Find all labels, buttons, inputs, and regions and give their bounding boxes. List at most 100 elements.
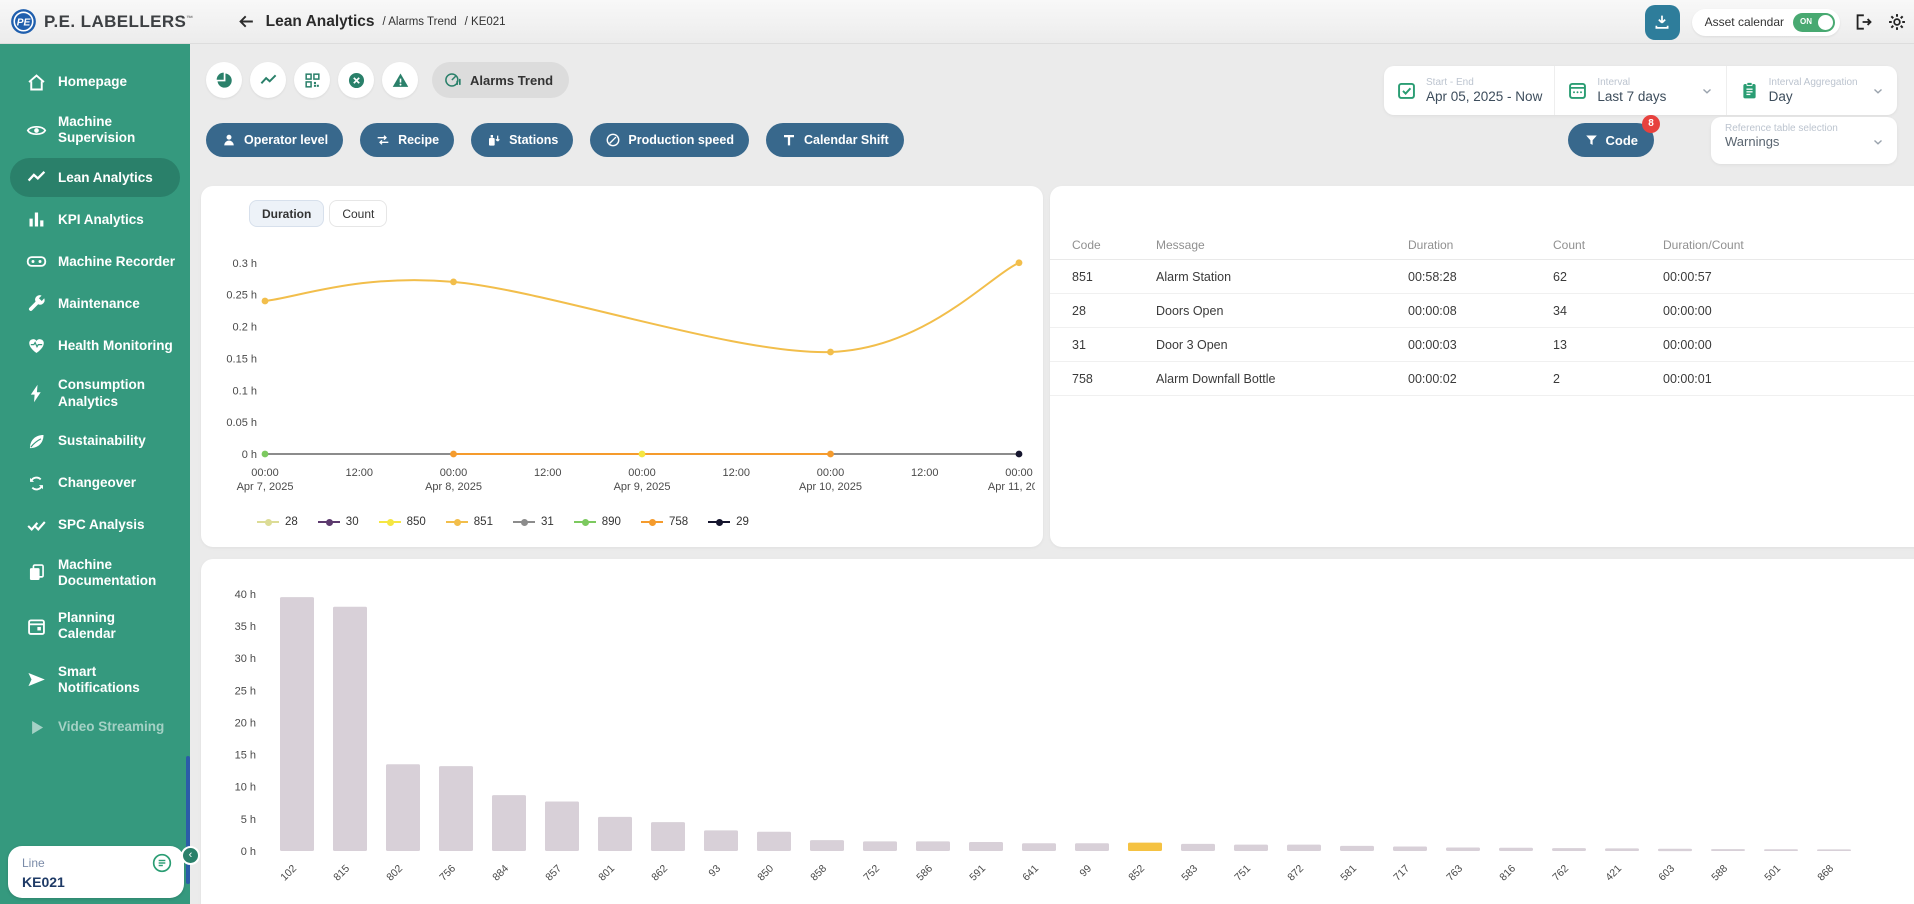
sidebar-item-lean-analytics[interactable]: Lean Analytics [10,158,180,197]
export-download-button[interactable] [1645,5,1680,40]
interval-selector[interactable]: Interval Last 7 days [1554,66,1725,115]
start-end-selector[interactable]: Start - End Apr 05, 2025 - Now [1384,66,1554,115]
sidebar-item-machine-documentation[interactable]: Machine Documentation [10,548,180,598]
sidebar-menu: HomepageMachine SupervisionLean Analytic… [0,44,190,747]
svg-text:Apr 7, 2025: Apr 7, 2025 [237,481,294,493]
table-row[interactable]: 758Alarm Downfall Bottle00:00:02200:00:0… [1050,362,1914,396]
settings-button[interactable] [1886,11,1908,33]
sidebar-item-homepage[interactable]: Homepage [10,63,180,102]
column-header-duration-count[interactable]: Duration/Count [1663,238,1914,252]
filter-button-stations[interactable]: Stations [471,123,573,157]
asset-calendar-toggle[interactable]: ON [1793,13,1835,32]
sidebar-item-kpi-analytics[interactable]: KPI Analytics [10,200,180,239]
aggregation-selector[interactable]: Interval Aggregation Day [1726,66,1897,115]
sidebar-item-spc-analysis[interactable]: SPC Analysis [10,506,180,545]
table-row[interactable]: 851Alarm Station00:58:286200:00:57 [1050,260,1914,294]
tab-duration[interactable]: Duration [249,200,324,227]
chevron-down-icon [1871,135,1885,149]
legend-label: 890 [602,516,621,528]
svg-text:Apr 10, 2025: Apr 10, 2025 [799,481,862,493]
legend-item-29[interactable]: 29 [708,516,749,528]
sidebar-item-machine-supervision[interactable]: Machine Supervision [10,105,180,155]
sidebar-collapse-button[interactable]: ‹ [181,846,200,865]
sidebar-item-sustainability[interactable]: Sustainability [10,422,180,461]
sidebar-item-label: Smart Notifications [58,664,176,696]
cell-duration-count: -- -- -- [1663,406,1914,413]
line-chart: 0.3 h0.25 h0.2 h0.15 h0.1 h0.05 h0 h00:0… [209,232,1035,504]
legend-item-28[interactable]: 28 [257,516,298,528]
alarms-trend-chip[interactable]: Alarms Trend [432,62,569,98]
line-label: Line [22,856,45,870]
errors-view-button[interactable] [338,62,374,98]
bar-chart-icon [14,209,58,230]
interval-label: Interval [1597,77,1666,88]
leaf-icon [14,431,58,452]
aggregation-label: Interval Aggregation [1769,77,1858,88]
sidebar-item-consumption-analytics[interactable]: Consumption Analytics [10,368,180,418]
legend-item-31[interactable]: 31 [513,516,554,528]
table-row[interactable]: 28Doors Open00:00:083400:00:00 [1050,294,1914,328]
column-header-count[interactable]: Count [1553,238,1663,252]
toggle-state-label: ON [1800,17,1812,26]
cell-code: 851 [1050,270,1156,284]
back-button[interactable] [234,9,260,35]
sidebar-item-maintenance[interactable]: Maintenance [10,284,180,323]
legend-item-30[interactable]: 30 [318,516,359,528]
line-value: KE021 [22,874,172,890]
alarms-table: CodeMessageDurationCountDuration/Count 85… [1050,230,1914,412]
sidebar-item-planning-calendar[interactable]: Planning Calendar [10,601,180,651]
topbar: PE P.E. LABELLERS™ Lean Analytics / Alar… [0,0,1914,44]
cell-duration-count: 00:00:00 [1663,304,1914,318]
code-filter-button[interactable]: Code [1568,123,1655,157]
svg-text:0.1 h: 0.1 h [233,385,257,397]
cell-message: Doors Open [1156,304,1408,318]
home-icon [14,72,58,93]
swap-icon [375,132,391,148]
legend-item-850[interactable]: 850 [379,516,426,528]
tab-count[interactable]: Count [329,200,387,227]
calendar-icon [14,616,58,637]
trend-view-button[interactable] [250,62,286,98]
sidebar-item-machine-recorder[interactable]: Machine Recorder [10,242,180,281]
svg-text:0.15 h: 0.15 h [226,353,257,365]
pie-view-button[interactable] [206,62,242,98]
view-iconbar: Alarms Trend [206,62,569,98]
filter-button-calendar-shift[interactable]: Calendar Shift [766,123,904,157]
column-header-code[interactable]: Code [1050,238,1156,252]
svg-text:857: 857 [543,863,564,884]
reference-table-selector[interactable]: Reference table selection Warnings [1711,117,1897,164]
svg-text:99: 99 [1077,863,1094,880]
cell-duration-count: 00:00:01 [1663,372,1914,386]
warnings-view-button[interactable] [382,62,418,98]
column-header-duration[interactable]: Duration [1408,238,1553,252]
cell-duration: 00:00:08 [1408,304,1553,318]
legend-item-758[interactable]: 758 [641,516,688,528]
legend-label: 851 [474,516,493,528]
stations-icon [486,132,502,148]
cell-duration: 00:58:28 [1408,270,1553,284]
trademark: ™ [186,15,193,22]
legend-item-851[interactable]: 851 [446,516,493,528]
sidebar-item-changeover[interactable]: Changeover [10,464,180,503]
svg-text:872: 872 [1285,863,1306,884]
legend-item-890[interactable]: 890 [574,516,621,528]
duration-trend-card: DurationCount 0.3 h0.25 h0.2 h0.15 h0.1 … [201,186,1043,547]
svg-text:762: 762 [1550,863,1571,884]
filter-button-operator-level[interactable]: Operator level [206,123,343,157]
svg-text:0.3 h: 0.3 h [233,258,257,270]
filter-button-recipe[interactable]: Recipe [360,123,454,157]
cell-count: - [1553,406,1663,413]
svg-text:816: 816 [1497,863,1518,884]
table-row[interactable]: ------ --------- -- ----- -- -- [1050,396,1914,412]
table-row[interactable]: 31Door 3 Open00:00:031300:00:00 [1050,328,1914,362]
column-header-message[interactable]: Message [1156,238,1408,252]
sidebar-item-health-monitoring[interactable]: Health Monitoring [10,326,180,365]
cell-code: 31 [1050,338,1156,352]
line-selector-card[interactable]: Line KE021 [8,846,184,898]
filter-button-production-speed[interactable]: Production speed [590,123,749,157]
logout-button[interactable] [1852,11,1874,33]
svg-text:756: 756 [437,863,458,884]
calendar-icon [1567,80,1588,101]
sidebar-item-smart-notifications[interactable]: Smart Notifications [10,655,180,705]
matrix-view-button[interactable] [294,62,330,98]
